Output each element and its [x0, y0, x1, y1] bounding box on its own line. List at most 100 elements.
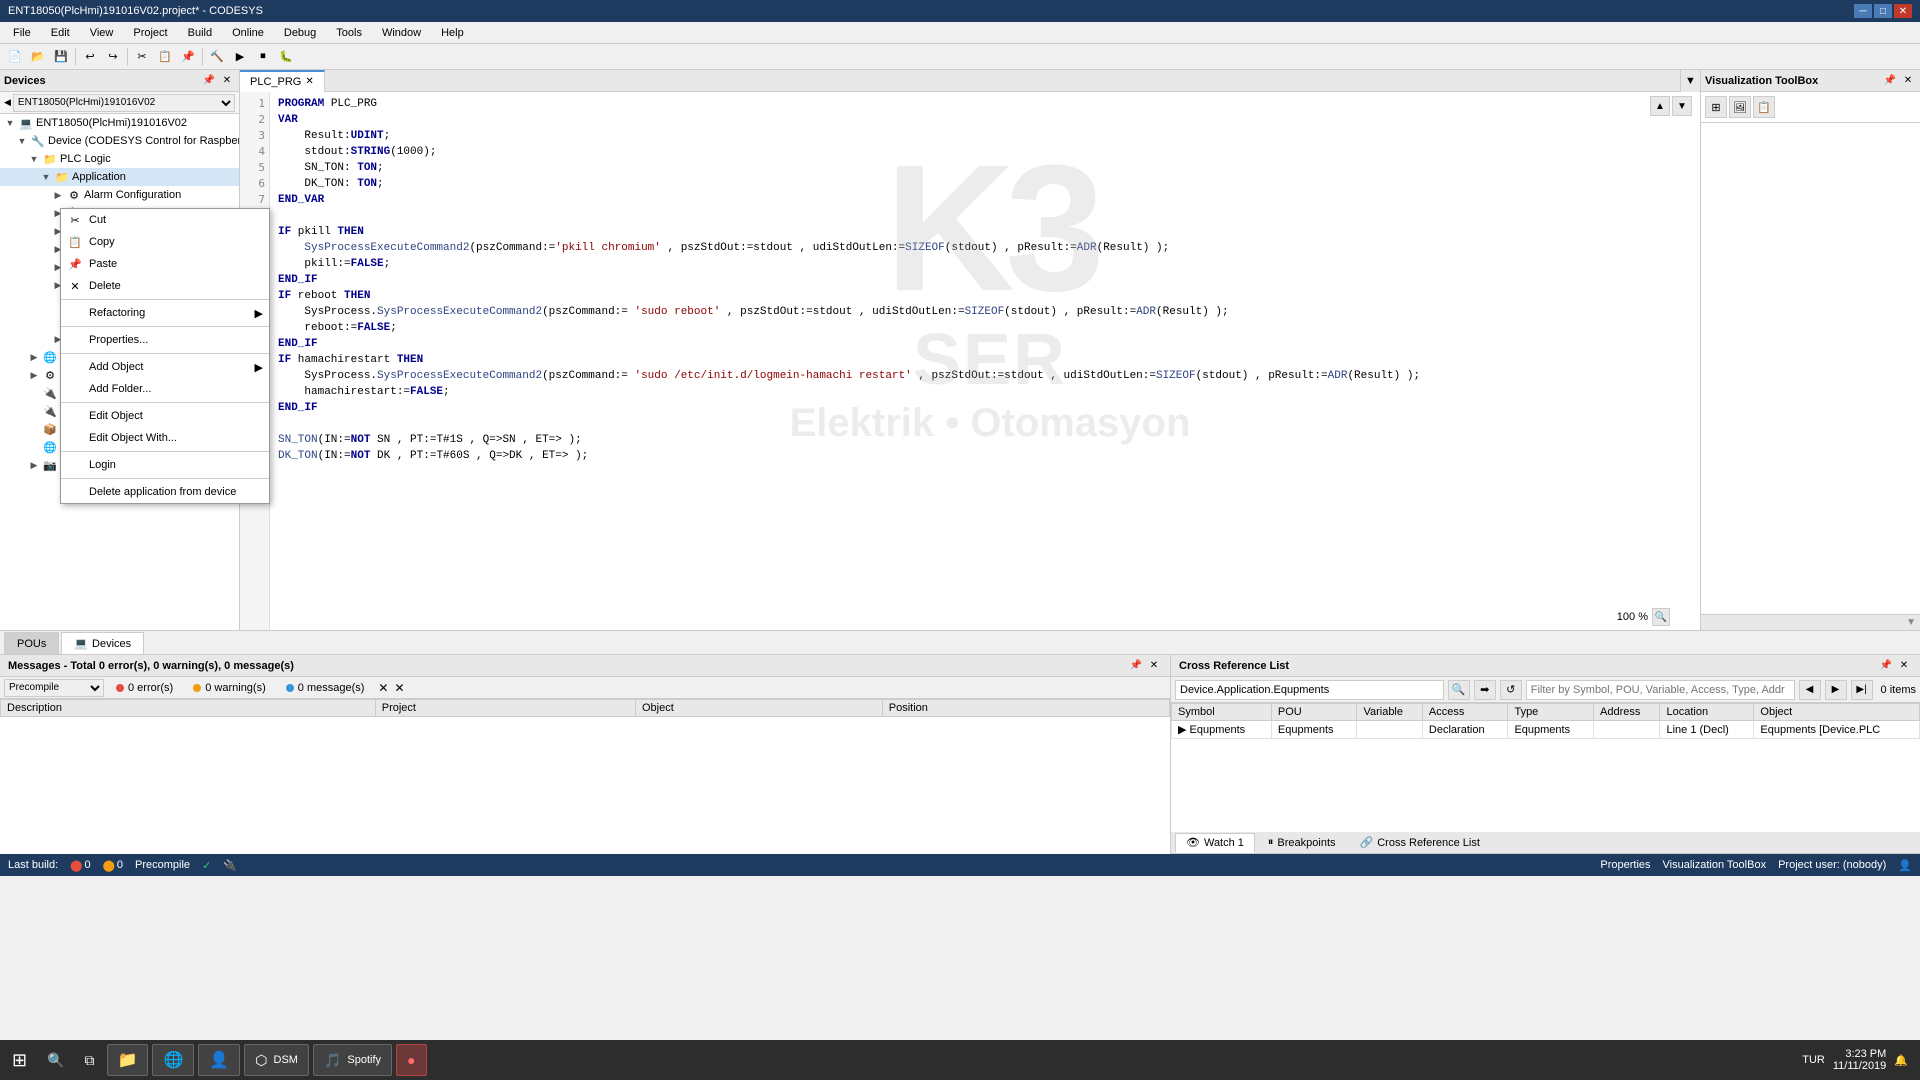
open-button[interactable]: 📂: [27, 46, 49, 68]
close-button[interactable]: ✕: [1894, 4, 1912, 18]
messages-close-button[interactable]: ✕: [1146, 658, 1162, 674]
browser-button[interactable]: 🌐: [152, 1044, 194, 1076]
cross-ref-nav-next[interactable]: ▶: [1825, 680, 1847, 700]
ctx-copy[interactable]: 📋 Copy: [61, 231, 269, 253]
ctx-cut[interactable]: ✂ Cut: [61, 209, 269, 231]
redo-button[interactable]: ↪: [102, 46, 124, 68]
tree-item-plclogic[interactable]: ▼ 📁 PLC Logic: [0, 150, 239, 168]
tree-toolbar: ◀ ENT18050(PlcHmi)191016V02: [0, 92, 239, 114]
ctx-edit-object[interactable]: Edit Object: [61, 405, 269, 427]
panel-pin-button[interactable]: 📌: [201, 73, 217, 89]
tree-item-application[interactable]: ▼ 📁 Application: [0, 168, 239, 186]
viz-pin-button[interactable]: 📌: [1882, 73, 1898, 89]
menu-project[interactable]: Project: [124, 24, 176, 42]
scroll-up-button[interactable]: ▲: [1650, 96, 1670, 116]
tree-nav-button[interactable]: ◀: [4, 97, 11, 108]
time-display: 3:23 PM: [1833, 1048, 1886, 1060]
ctx-delete-app[interactable]: Delete application from device: [61, 481, 269, 503]
ctx-add-object[interactable]: Add Object ▶: [61, 356, 269, 378]
copy-toolbar-button[interactable]: 📋: [154, 46, 176, 68]
zoom-button[interactable]: 🔍: [1652, 608, 1670, 626]
tree-item-root[interactable]: ▼ 💻 ENT18050(PlcHmi)191016V02: [0, 114, 239, 132]
viz-close-button[interactable]: ✕: [1900, 73, 1916, 89]
ctx-properties[interactable]: Properties...: [61, 329, 269, 351]
start-button[interactable]: ⊞: [4, 1042, 35, 1078]
cross-ref-filter-input[interactable]: [1526, 680, 1795, 700]
watch-tab-crossref[interactable]: 🔗 Cross Reference List: [1349, 833, 1491, 853]
properties-tab-button[interactable]: Properties: [1600, 859, 1650, 871]
debug-button[interactable]: 🐛: [275, 46, 297, 68]
paste-toolbar-button[interactable]: 📌: [177, 46, 199, 68]
watch-tab-1[interactable]: 👁 Watch 1: [1175, 833, 1255, 853]
msg-clear-button[interactable]: ✕: [378, 681, 388, 695]
menu-online[interactable]: Online: [223, 24, 273, 42]
panel-close-button[interactable]: ✕: [219, 73, 235, 89]
toolbar-separator-2: [127, 48, 128, 66]
maximize-button[interactable]: □: [1874, 4, 1892, 18]
code-editor[interactable]: PROGRAM PLC_PRG VAR Result:UDINT; stdout…: [270, 92, 1700, 630]
editor-tabs: PLC_PRG ✕ ▼: [240, 70, 1700, 92]
scroll-down-button[interactable]: ▼: [1672, 96, 1692, 116]
ctx-refactoring[interactable]: Refactoring ▶: [61, 302, 269, 324]
tree-item-alarm[interactable]: ▶ ⚙ Alarm Configuration: [0, 186, 239, 204]
tree-icon-plclogic: 📁: [42, 151, 58, 167]
tab-devices[interactable]: 💻 Devices: [61, 632, 144, 654]
menu-build[interactable]: Build: [179, 24, 221, 42]
build-button[interactable]: 🔨: [206, 46, 228, 68]
menu-edit[interactable]: Edit: [42, 24, 79, 42]
cross-ref-pin-button[interactable]: 📌: [1878, 658, 1894, 674]
tab-plc-prg[interactable]: PLC_PRG ✕: [240, 70, 325, 92]
run-button[interactable]: ▶: [229, 46, 251, 68]
menu-help[interactable]: Help: [432, 24, 473, 42]
device-dropdown[interactable]: ENT18050(PlcHmi)191016V02: [13, 94, 235, 112]
spotify-button[interactable]: 🎵 Spotify: [313, 1044, 392, 1076]
undo-button[interactable]: ↩: [79, 46, 101, 68]
new-button[interactable]: 📄: [4, 46, 26, 68]
viz-scroll-area: ▼: [1701, 614, 1920, 630]
menu-view[interactable]: View: [81, 24, 123, 42]
tab-close-plcprg[interactable]: ✕: [305, 76, 313, 87]
cross-ref-nav-prev[interactable]: ◀: [1799, 680, 1821, 700]
stop-button[interactable]: ⏹: [252, 46, 274, 68]
task-view-button[interactable]: ⧉: [77, 1042, 103, 1078]
ctx-delete[interactable]: ✕ Delete: [61, 275, 269, 297]
tab-pous[interactable]: POUs: [4, 632, 59, 654]
cross-ref-refresh-button[interactable]: ↺: [1500, 680, 1522, 700]
msg-clear-all-button[interactable]: ✕: [394, 681, 404, 695]
menu-debug[interactable]: Debug: [275, 24, 325, 42]
cross-ref-search-button[interactable]: 🔍: [1448, 680, 1470, 700]
tree-item-device[interactable]: ▼ 🔧 Device (CODESYS Control for Raspberr…: [0, 132, 239, 150]
cross-ref-search-input[interactable]: [1175, 680, 1444, 700]
viz-icon-3[interactable]: 📋: [1753, 96, 1775, 118]
watch-tab-breakpoints[interactable]: ⏸ Breakpoints: [1257, 833, 1347, 853]
codesys-button[interactable]: ●: [396, 1044, 426, 1076]
windows-taskbar: ⊞ 🔍 ⧉ 📁 🌐 👤 ⬡ DSM 🎵 Spotify ● TUR 3:23 P…: [0, 1040, 1920, 1080]
user-app-button[interactable]: 👤: [198, 1044, 240, 1076]
save-button[interactable]: 💾: [50, 46, 72, 68]
menu-window[interactable]: Window: [373, 24, 430, 42]
ctx-edit-object-with[interactable]: Edit Object With...: [61, 427, 269, 449]
cross-ref-go-button[interactable]: ➡: [1474, 680, 1496, 700]
cut-toolbar-button[interactable]: ✂: [131, 46, 153, 68]
viz-toolbox-tab-button[interactable]: Visualization ToolBox: [1663, 859, 1767, 871]
search-button[interactable]: 🔍: [39, 1042, 72, 1078]
viz-icon-1[interactable]: ⊞: [1705, 96, 1727, 118]
menu-file[interactable]: File: [4, 24, 40, 42]
ctx-add-folder[interactable]: Add Folder...: [61, 378, 269, 400]
minimize-button[interactable]: ─: [1854, 4, 1872, 18]
messages-pin-button[interactable]: 📌: [1128, 658, 1144, 674]
viz-icon-2[interactable]: 🖼: [1729, 96, 1751, 118]
ctx-login[interactable]: Login: [61, 454, 269, 476]
menu-tools[interactable]: Tools: [327, 24, 371, 42]
dsm-button[interactable]: ⬡ DSM: [244, 1044, 309, 1076]
explorer-button[interactable]: 📁: [107, 1044, 149, 1076]
cross-ref-nav-last[interactable]: ▶|: [1851, 680, 1873, 700]
cross-ref-close-button[interactable]: ✕: [1896, 658, 1912, 674]
copy-icon: 📋: [67, 236, 83, 249]
ctx-paste[interactable]: 📌 Paste: [61, 253, 269, 275]
precompile-dropdown[interactable]: Precompile: [4, 679, 104, 697]
ctx-add-object-label: Add Object: [89, 361, 143, 373]
tab-dropdown[interactable]: ▼: [1680, 70, 1700, 92]
ctx-paste-label: Paste: [89, 258, 117, 270]
table-row[interactable]: ▶ Equpments Equpments Declaration Equpme…: [1172, 721, 1920, 739]
